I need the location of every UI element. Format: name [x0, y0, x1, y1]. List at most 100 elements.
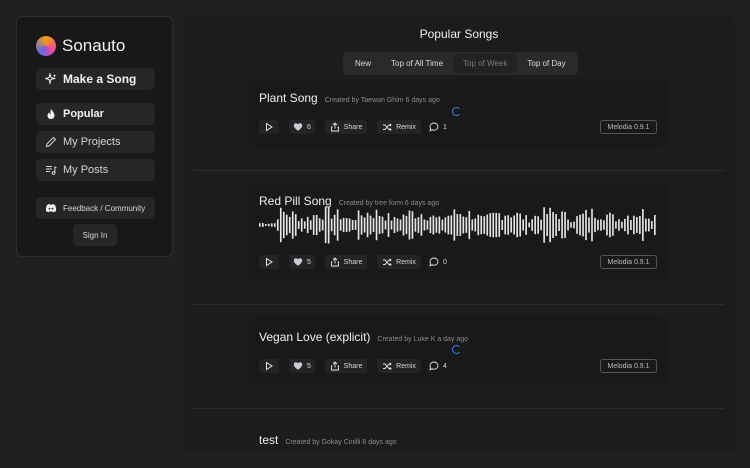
song-title-text: Vegan Love (explicit)	[259, 330, 371, 344]
sidebar-item-label: My Posts	[63, 164, 109, 176]
waveform-bar	[639, 216, 641, 234]
waveform-bar	[438, 216, 441, 234]
song-card: Plant Song Created by Taewan Ghim 6 days …	[249, 79, 667, 146]
share-button[interactable]: Share	[325, 359, 367, 373]
waveform-bar	[357, 210, 360, 240]
playlist-icon	[46, 166, 57, 175]
song-title[interactable]: test Created by Gokay Cinilli 6 days ago	[259, 433, 397, 447]
waveform-bar	[393, 216, 396, 234]
comment-button[interactable]: 4	[429, 359, 453, 373]
brand[interactable]: Sonauto	[36, 36, 125, 56]
play-button[interactable]	[259, 255, 279, 269]
waveform-bar	[492, 212, 495, 238]
comment-icon	[429, 361, 439, 371]
song-title-text: test	[259, 433, 279, 447]
tab-top-day[interactable]: Top of Day	[517, 54, 575, 73]
remix-label: Remix	[396, 362, 416, 370]
waveform-bar	[489, 213, 492, 237]
waveform-bar	[462, 216, 465, 234]
waveform-bar	[342, 217, 345, 233]
play-button[interactable]	[259, 359, 279, 373]
comment-icon	[429, 122, 439, 132]
like-button[interactable]: 5	[289, 255, 315, 269]
waveform-bar	[561, 211, 563, 239]
waveform-bar	[606, 214, 608, 236]
sidebar-item-projects[interactable]: My Projects	[36, 131, 155, 153]
waveform-bar	[636, 217, 638, 233]
tab-top-week[interactable]: Top of Week	[453, 54, 518, 73]
waveform-bar	[591, 208, 593, 242]
waveform-bar	[432, 215, 435, 235]
waveform-bar	[555, 213, 557, 237]
waveform-bar	[312, 215, 315, 235]
remix-button[interactable]: Remix	[377, 255, 421, 269]
waveform-bar	[309, 220, 312, 230]
waveform-bar	[651, 221, 653, 229]
waveform-bar	[516, 212, 518, 238]
waveform-bar	[594, 217, 596, 233]
waveform-bar	[537, 216, 539, 234]
model-badge: Melodia 0.9.1	[600, 359, 657, 373]
sidebar-item-posts[interactable]: My Posts	[36, 159, 155, 181]
like-button[interactable]: 6	[289, 120, 315, 134]
waveform-bar	[588, 217, 590, 233]
song-title[interactable]: Plant Song Created by Taewan Ghim 6 days …	[259, 91, 440, 105]
brand-name: Sonauto	[62, 36, 126, 55]
sidebar-item-popular[interactable]: Popular	[36, 103, 155, 125]
sidebar-item-label: My Projects	[63, 136, 121, 148]
like-count: 5	[307, 362, 311, 370]
remix-button[interactable]: Remix	[377, 359, 421, 373]
song-card: Vegan Love (explicit) Created by Luke K a…	[249, 318, 667, 385]
waveform-bar	[582, 213, 584, 237]
waveform[interactable]	[259, 204, 657, 246]
waveform-bar	[336, 209, 339, 241]
divider	[193, 408, 725, 409]
comment-button[interactable]: 0	[429, 255, 453, 269]
waveform-bar	[546, 213, 548, 237]
waveform-bar	[333, 214, 336, 236]
divider	[193, 304, 725, 305]
remix-button[interactable]: Remix	[377, 120, 421, 134]
like-count: 6	[307, 123, 311, 131]
comment-button[interactable]: 1	[429, 120, 453, 134]
tab-top-all-time[interactable]: Top of All Time	[381, 54, 453, 73]
waveform-bar	[360, 215, 363, 235]
waveform-bar	[276, 219, 279, 231]
waveform-bar	[642, 209, 644, 241]
heart-icon	[293, 123, 303, 131]
waveform-bar	[528, 222, 530, 228]
waveform-bar	[429, 216, 432, 234]
tab-new[interactable]: New	[345, 54, 381, 73]
waveform-bar	[507, 215, 510, 235]
waveform-bar	[351, 219, 354, 231]
page-title: Popular Songs	[419, 27, 499, 41]
share-label: Share	[343, 362, 363, 370]
share-button[interactable]: Share	[325, 120, 367, 134]
waveform-bar	[363, 217, 366, 233]
waveform-bar	[285, 214, 288, 236]
waveform-bar	[408, 210, 411, 240]
waveform-bar	[624, 218, 626, 232]
waveform-bar	[279, 207, 282, 243]
waveform-bar	[261, 223, 264, 227]
song-card: Red Pill Song Created by tree form 6 days…	[249, 183, 667, 281]
sign-in-button[interactable]: Sign In	[73, 224, 117, 246]
waveform-bar	[618, 219, 620, 231]
like-button[interactable]: 5	[289, 359, 315, 373]
share-button[interactable]: Share	[325, 255, 367, 269]
share-label: Share	[343, 258, 363, 266]
waveform-bar	[558, 219, 560, 231]
waveform-bar	[288, 216, 291, 234]
waveform-bar	[600, 219, 602, 231]
heart-icon	[293, 258, 303, 266]
waveform-bar	[327, 206, 330, 244]
play-button[interactable]	[259, 120, 279, 134]
feedback-community-button[interactable]: Feedback / Community	[36, 197, 155, 219]
waveform-bar	[399, 219, 402, 231]
waveform-bar	[531, 219, 533, 231]
song-title[interactable]: Vegan Love (explicit) Created by Luke K a…	[259, 330, 468, 344]
waveform-bar	[441, 219, 444, 231]
make-song-button[interactable]: Make a Song	[36, 68, 155, 90]
waveform-bar	[471, 219, 474, 231]
waveform-bar	[405, 215, 408, 235]
